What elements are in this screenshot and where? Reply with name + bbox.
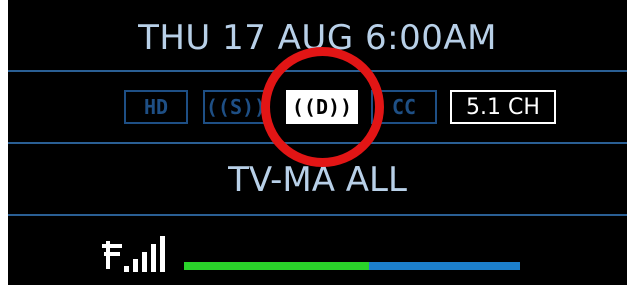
divider xyxy=(8,214,627,216)
hd-badge: HD xyxy=(124,90,188,124)
signal-strength-icon xyxy=(102,236,165,272)
info-screen: THU 17 AUG 6:00AM HD ((S)) ((D)) CC 5.1 … xyxy=(8,0,627,285)
signal-meter-strength xyxy=(184,262,369,270)
hd-badge-label: HD xyxy=(143,95,169,119)
highlight-circle xyxy=(261,47,384,167)
signal-meter-remainder xyxy=(369,262,520,270)
surround-sound-badge: ((S)) xyxy=(203,90,269,124)
surround-sound-icon: ((S)) xyxy=(205,95,267,119)
audio-channels-label: 5.1 CH xyxy=(466,94,540,120)
audio-channels-badge: 5.1 CH xyxy=(450,90,556,124)
closed-caption-badge-label: CC xyxy=(391,95,417,119)
